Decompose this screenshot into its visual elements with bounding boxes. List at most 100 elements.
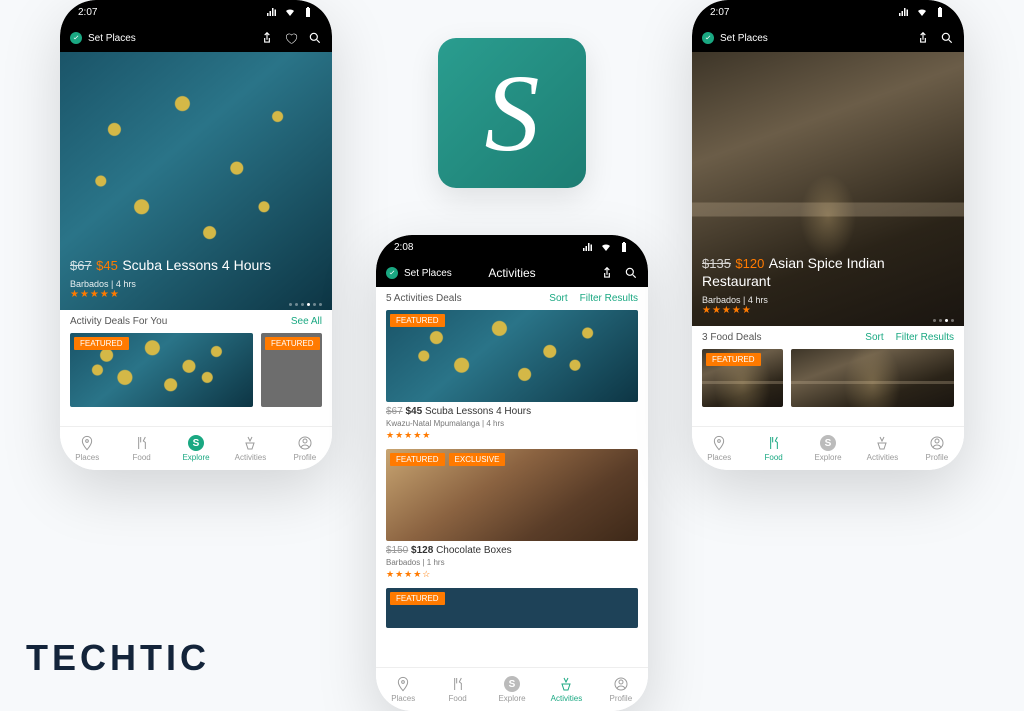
tab-profile[interactable]: Profile [278, 427, 332, 470]
tab-bar: Places Food SExplore Activities Profile [60, 426, 332, 470]
phone-explore: 2:07 Set Places $67 $45 Scuba Lessons 4 … [60, 0, 332, 470]
battery-icon [618, 241, 630, 253]
price-new: $128 [411, 545, 433, 556]
check-icon [70, 32, 82, 44]
card-location: Barbados [386, 558, 420, 567]
deal-card[interactable]: FEATURED [702, 349, 783, 407]
exclusive-badge: EXCLUSIVE [449, 453, 506, 466]
tab-food[interactable]: Food [430, 668, 484, 711]
tab-explore[interactable]: SExplore [801, 427, 855, 470]
deals-count: 3 Food Deals [702, 332, 761, 343]
hero-duration: 4 hrs [116, 279, 136, 289]
tab-activities[interactable]: Activities [855, 427, 909, 470]
status-time: 2:08 [394, 242, 413, 253]
hero-card[interactable]: $67 $45 Scuba Lessons 4 Hours Barbados |… [60, 52, 332, 310]
share-icon[interactable] [916, 31, 930, 45]
share-icon[interactable] [600, 266, 614, 280]
price-new: $45 [405, 406, 422, 417]
wifi-icon [600, 241, 612, 253]
set-places-label[interactable]: Set Places [404, 268, 452, 279]
hero-duration: 4 hrs [748, 295, 768, 305]
search-icon[interactable] [308, 31, 322, 45]
signal-icon [898, 6, 910, 18]
tab-places[interactable]: Places [60, 427, 114, 470]
price-old: $135 [702, 256, 731, 271]
filter-link[interactable]: Filter Results [896, 332, 954, 343]
status-bar: 2:08 [376, 235, 648, 259]
status-time: 2:07 [78, 7, 97, 18]
top-bar: Set Places [60, 24, 332, 52]
activity-card[interactable]: FEATURED [386, 588, 638, 628]
tab-places[interactable]: Places [376, 668, 430, 711]
signal-icon [582, 241, 594, 253]
tab-bar: Places Food SExplore Activities Profile [376, 667, 648, 711]
hero-location: Barbados [70, 279, 109, 289]
hero-card[interactable]: $135 $120 Asian Spice Indian Restaurant … [692, 52, 964, 326]
list-header: 3 Food Deals Sort Filter Results [692, 326, 964, 349]
hero-rating: ★★★★★ [702, 305, 954, 316]
tab-profile[interactable]: Profile [594, 668, 648, 711]
deals-count: 5 Activities Deals [386, 293, 462, 304]
section-title: Activity Deals For You [70, 316, 167, 327]
signal-icon [266, 6, 278, 18]
sort-link[interactable]: Sort [865, 332, 883, 343]
hero-location: Barbados [702, 295, 741, 305]
deal-card[interactable]: FEATURED [70, 333, 253, 407]
price-old: $67 [386, 406, 403, 417]
top-bar: Set Places [692, 24, 964, 52]
tab-places[interactable]: Places [692, 427, 746, 470]
tab-explore[interactable]: SExplore [485, 668, 539, 711]
set-places-label[interactable]: Set Places [88, 33, 136, 44]
wifi-icon [284, 6, 296, 18]
check-icon [386, 267, 398, 279]
hero-title: Scuba Lessons 4 Hours [122, 257, 271, 273]
status-bar: 2:07 [60, 0, 332, 24]
phone-activities: 2:08 Set Places Activities 5 Activities … [376, 235, 648, 711]
search-icon[interactable] [940, 31, 954, 45]
phone-food: 2:07 Set Places $135 $120 Asian Spice In… [692, 0, 964, 470]
price-old: $67 [70, 258, 92, 273]
list-header: 5 Activities Deals Sort Filter Results [376, 287, 648, 310]
battery-icon [934, 6, 946, 18]
check-icon [702, 32, 714, 44]
tab-profile[interactable]: Profile [910, 427, 964, 470]
price-new: $45 [96, 258, 118, 273]
tab-food[interactable]: Food [746, 427, 800, 470]
activity-card[interactable]: FEATURED $67 $45 Scuba Lessons 4 Hours K… [386, 310, 638, 441]
card-rating: ★★★★☆ [386, 569, 638, 580]
tab-food[interactable]: Food [114, 427, 168, 470]
app-logo: S [438, 38, 586, 188]
tab-activities[interactable]: Activities [539, 668, 593, 711]
search-icon[interactable] [624, 266, 638, 280]
deal-card[interactable]: FEATURED [261, 333, 322, 407]
card-duration: 1 hrs [427, 558, 445, 567]
heart-icon[interactable] [284, 31, 298, 45]
featured-badge: FEATURED [265, 337, 320, 350]
tab-explore[interactable]: SExplore [169, 427, 223, 470]
set-places-label[interactable]: Set Places [720, 33, 768, 44]
top-bar: Set Places Activities [376, 259, 648, 287]
deal-card[interactable] [791, 349, 954, 407]
card-title: Scuba Lessons 4 Hours [425, 406, 531, 417]
card-duration: 4 hrs [486, 419, 504, 428]
activity-card[interactable]: FEATURED EXCLUSIVE $150 $128 Chocolate Bo… [386, 449, 638, 580]
tab-activities[interactable]: Activities [223, 427, 277, 470]
featured-badge: FEATURED [390, 592, 445, 605]
see-all-link[interactable]: See All [291, 316, 322, 327]
card-rating: ★★★★★ [386, 430, 638, 441]
card-location: Kwazu-Natal Mpumalanga [386, 419, 480, 428]
featured-badge: FEATURED [390, 314, 445, 327]
status-time: 2:07 [710, 7, 729, 18]
tab-bar: Places Food SExplore Activities Profile [692, 426, 964, 470]
sort-link[interactable]: Sort [549, 293, 567, 304]
card-title: Chocolate Boxes [436, 545, 512, 556]
screen-title: Activities [488, 266, 535, 280]
share-icon[interactable] [260, 31, 274, 45]
battery-icon [302, 6, 314, 18]
price-old: $150 [386, 545, 408, 556]
featured-badge: FEATURED [706, 353, 761, 366]
logo-letter: S [485, 50, 540, 177]
filter-link[interactable]: Filter Results [580, 293, 638, 304]
featured-badge: FEATURED [390, 453, 445, 466]
featured-badge: FEATURED [74, 337, 129, 350]
